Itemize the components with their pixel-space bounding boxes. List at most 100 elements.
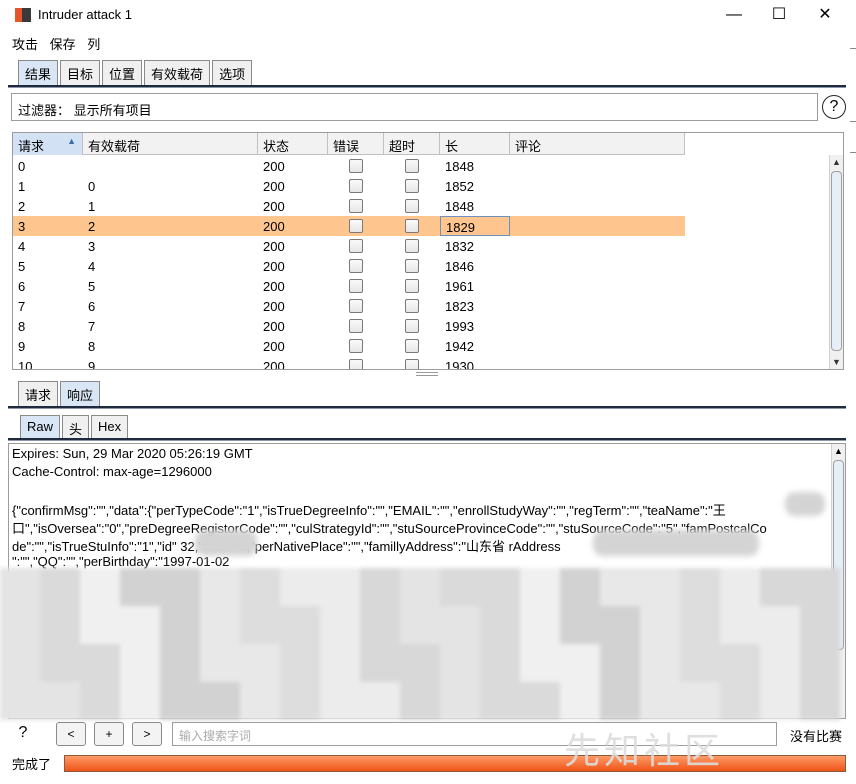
checkbox[interactable] [349, 199, 363, 213]
mosaic-tile [760, 606, 800, 644]
scroll-up-icon[interactable]: ▲ [830, 155, 843, 169]
mosaic-tile [400, 568, 440, 606]
col-length[interactable]: 长 [440, 133, 510, 155]
checkbox[interactable] [349, 299, 363, 313]
mosaic-tile [520, 682, 560, 720]
checkbox[interactable] [349, 259, 363, 273]
mosaic-tile [520, 606, 560, 644]
cell-request: 4 [18, 239, 26, 254]
cell-status: 200 [263, 159, 285, 174]
mosaic-tile [200, 606, 240, 644]
help-icon[interactable]: ? [8, 722, 38, 746]
table-scrollbar[interactable]: ▲ ▼ [829, 155, 843, 369]
cell-comment [510, 256, 685, 276]
checkbox[interactable] [405, 319, 419, 333]
tab-options[interactable]: 选项 [212, 60, 253, 85]
cell-status: 200 [263, 259, 285, 274]
checkbox[interactable] [405, 299, 419, 313]
mosaic-tile [800, 568, 840, 606]
checkbox[interactable] [405, 359, 419, 369]
mosaic-tile [320, 606, 360, 644]
table-row[interactable]: 7 6 200 1823 [13, 296, 685, 316]
checkbox[interactable] [349, 159, 363, 173]
checkbox[interactable] [349, 339, 363, 353]
tab-response[interactable]: 响应 [60, 381, 101, 406]
close-button[interactable]: ✕ [810, 5, 840, 25]
cell-status: 200 [263, 359, 285, 370]
checkbox[interactable] [405, 239, 419, 253]
col-error[interactable]: 错误 [328, 133, 384, 155]
checkbox[interactable] [349, 279, 363, 293]
table-row[interactable]: 9 8 200 1942 [13, 336, 685, 356]
table-row[interactable]: 0 200 1848 [13, 156, 685, 176]
checkbox[interactable] [349, 179, 363, 193]
tab-hex[interactable]: Hex [91, 415, 129, 440]
mosaic-tile [0, 644, 40, 682]
help-icon[interactable]: ? [822, 95, 846, 119]
tab-headers[interactable]: 头 [62, 415, 90, 440]
col-payload[interactable]: 有效载荷 [83, 133, 258, 155]
table-row[interactable]: 3 2 200 1829 [13, 216, 685, 236]
burp-app-icon [15, 8, 31, 22]
tab-positions[interactable]: 位置 [102, 60, 143, 85]
progress-fill [65, 756, 845, 771]
checkbox[interactable] [349, 239, 363, 253]
table-row[interactable]: 8 7 200 1993 [13, 316, 685, 336]
checkbox[interactable] [405, 159, 419, 173]
maximize-button[interactable]: ☐ [764, 5, 794, 25]
col-status[interactable]: 状态 [258, 133, 328, 155]
checkbox[interactable] [349, 359, 363, 369]
table-row[interactable]: 5 4 200 1846 [13, 256, 685, 276]
table-row[interactable]: 2 1 200 1848 [13, 196, 685, 216]
table-row[interactable]: 1 0 200 1852 [13, 176, 685, 196]
tab-target[interactable]: 目标 [60, 60, 101, 85]
cell-status: 200 [263, 299, 285, 314]
menu-attack[interactable]: 攻击 [12, 37, 38, 52]
watermark: 先知社区 [564, 731, 725, 772]
col-timeout[interactable]: 超时 [384, 133, 440, 155]
checkbox[interactable] [405, 259, 419, 273]
checkbox[interactable] [349, 319, 363, 333]
minimize-button[interactable]: — [719, 5, 749, 25]
mosaic-tile [400, 644, 440, 682]
mosaic-tile [0, 682, 40, 720]
mosaic-tile [600, 682, 640, 720]
col-request[interactable]: 请求 ▲ [13, 133, 83, 155]
tab-request[interactable]: 请求 [18, 381, 59, 406]
cell-request: 9 [18, 339, 26, 354]
table-row[interactable]: 6 5 200 1961 [13, 276, 685, 296]
next-match-button[interactable]: > [132, 722, 162, 746]
checkbox[interactable] [405, 339, 419, 353]
tab-results[interactable]: 结果 [18, 60, 59, 85]
prev-match-button[interactable]: < [56, 722, 86, 746]
filter-bar[interactable]: 过滤器： 显示所有项目 [11, 93, 818, 121]
mosaic-tile [680, 568, 720, 606]
cell-status: 200 [263, 239, 285, 254]
mosaic-tile [40, 682, 80, 720]
scroll-up-icon[interactable]: ▲ [832, 444, 845, 458]
scroll-thumb[interactable] [831, 171, 842, 351]
mosaic-tile [120, 568, 160, 606]
table-row[interactable]: 4 3 200 1832 [13, 236, 685, 256]
response-line: Cache-Control: max-age=1296000 [12, 464, 212, 479]
menu-columns[interactable]: 列 [87, 37, 100, 52]
checkbox[interactable] [405, 179, 419, 193]
scroll-down-icon[interactable]: ▼ [830, 355, 843, 369]
checkbox[interactable] [349, 219, 363, 233]
cell-comment [510, 276, 685, 296]
checkbox[interactable] [405, 219, 419, 233]
redaction-blur [195, 530, 257, 556]
mosaic-tile [760, 568, 800, 606]
checkbox[interactable] [405, 199, 419, 213]
checkbox[interactable] [405, 279, 419, 293]
mosaic-tile [440, 682, 480, 720]
tab-raw[interactable]: Raw [20, 415, 61, 440]
menu-save[interactable]: 保存 [50, 37, 76, 52]
tab-payloads[interactable]: 有效载荷 [144, 60, 211, 85]
col-comment[interactable]: 评论 [510, 133, 685, 155]
response-line: ":"","QQ":"","perBirthday":"1997-01-02 [12, 554, 230, 569]
add-match-button[interactable]: + [94, 722, 124, 746]
table-row[interactable]: 10 9 200 1930 [13, 356, 685, 370]
cell-request: 6 [18, 279, 26, 294]
split-handle[interactable] [416, 372, 438, 376]
